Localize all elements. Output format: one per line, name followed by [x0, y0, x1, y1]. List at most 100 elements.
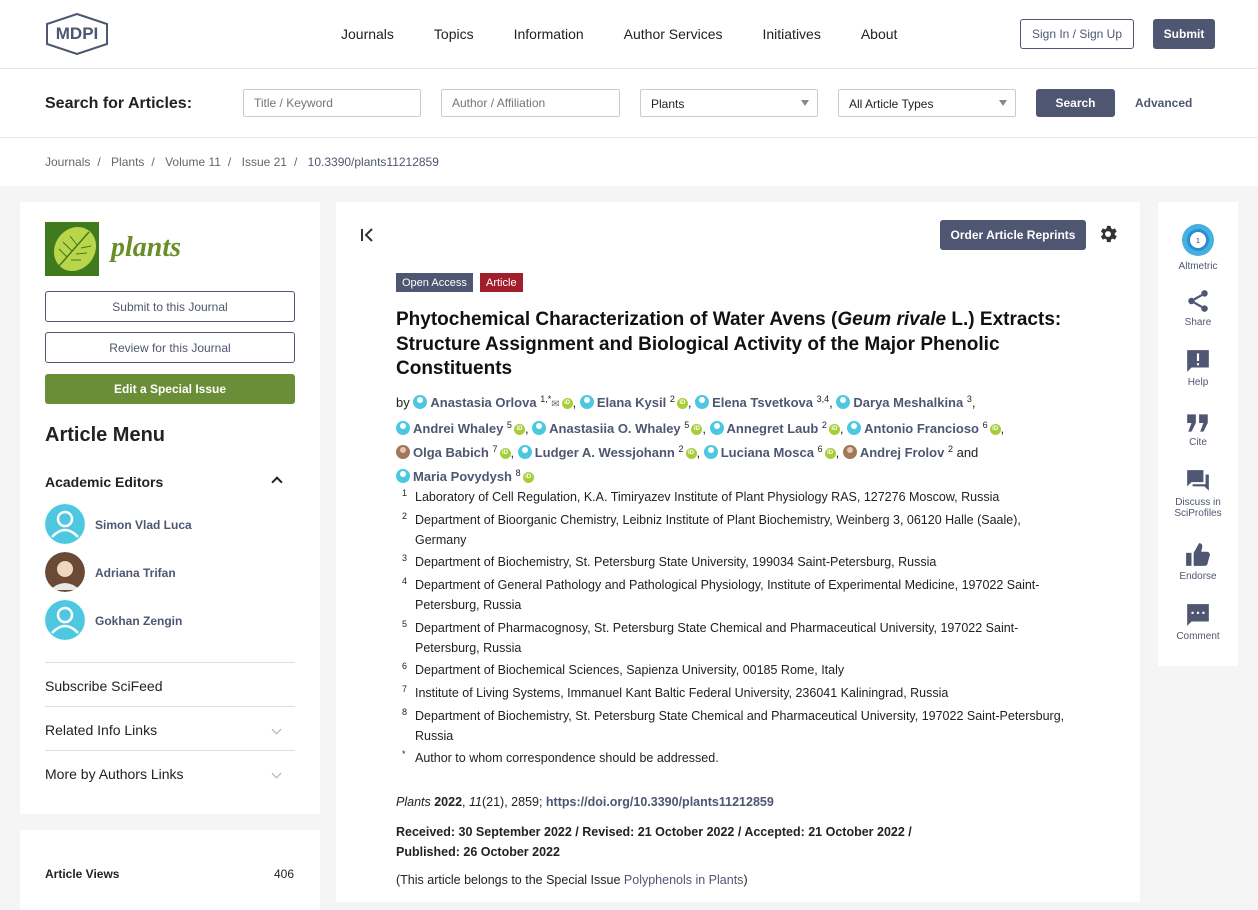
- crumb-plants[interactable]: Plants: [111, 155, 144, 169]
- author-link[interactable]: Darya Meshalkina: [836, 395, 963, 410]
- doi-link[interactable]: https://doi.org/10.3390/plants11212859: [546, 795, 774, 809]
- journal-select[interactable]: Plants: [640, 89, 818, 117]
- right-action-bar: 1 Altmetric Share Help Cite Discuss in S…: [1158, 202, 1238, 666]
- avatar-placeholder-icon: [45, 504, 85, 544]
- editor-name[interactable]: Gokhan Zengin: [95, 614, 182, 628]
- crumb-journals[interactable]: Journals: [45, 155, 90, 169]
- comment-button[interactable]: Comment: [1158, 602, 1238, 642]
- author-link[interactable]: Antonio Francioso: [847, 421, 979, 436]
- author-link[interactable]: Elana Kysil: [579, 395, 666, 410]
- share-button[interactable]: Share: [1158, 288, 1238, 328]
- share-icon: [1188, 290, 1208, 312]
- author-icon: [413, 395, 428, 409]
- discuss-button[interactable]: Discuss in SciProfiles: [1158, 468, 1238, 519]
- order-reprints-button[interactable]: Order Article Reprints: [940, 220, 1086, 250]
- advanced-search-link[interactable]: Advanced: [1135, 96, 1192, 110]
- thumbs-up-icon: [1186, 543, 1210, 566]
- collapse-sidebar-icon[interactable]: [360, 228, 376, 242]
- search-button[interactable]: Search: [1036, 89, 1115, 117]
- article-metrics-box: Article Views 406: [20, 830, 320, 910]
- svg-text:1: 1: [1196, 238, 1200, 245]
- affiliation-item: 6 Department of Biochemical Sciences, Sap…: [402, 661, 845, 677]
- article-views-value: 406: [274, 867, 295, 881]
- title-keyword-input[interactable]: [243, 89, 421, 117]
- cite-button[interactable]: Cite: [1158, 412, 1238, 448]
- citation-line: Plants 2022, 11(21), 2859; https://doi.o…: [396, 795, 774, 809]
- orcid-icon[interactable]: iD: [499, 448, 511, 459]
- nav-initiatives[interactable]: Initiatives: [762, 26, 820, 42]
- nav-author-services[interactable]: Author Services: [624, 26, 723, 42]
- academic-editors-heading[interactable]: Academic Editors: [45, 474, 163, 490]
- chevron-up-icon[interactable]: [271, 476, 283, 488]
- search-label: Search for Articles:: [45, 95, 193, 112]
- affiliation-item: * Author to whom correspondence should be…: [402, 749, 719, 765]
- editor-name[interactable]: Simon Vlad Luca: [95, 518, 192, 532]
- nav-information[interactable]: Information: [514, 26, 584, 42]
- chevron-down-icon[interactable]: [271, 768, 282, 779]
- editor-item[interactable]: Simon Vlad Luca: [45, 504, 295, 546]
- orcid-icon[interactable]: iD: [676, 398, 688, 409]
- submit-to-journal-button[interactable]: Submit to this Journal: [45, 291, 295, 322]
- orcid-icon[interactable]: iD: [824, 448, 836, 459]
- email-icon[interactable]: ✉: [551, 399, 559, 410]
- nav-topics[interactable]: Topics: [434, 26, 474, 42]
- help-button[interactable]: Help: [1158, 348, 1238, 388]
- sign-in-button[interactable]: Sign In / Sign Up: [1020, 19, 1134, 49]
- author-affiliation-input[interactable]: [441, 89, 620, 117]
- breadcrumb-bar: Journals / Plants / Volume 11/ Issue 21/ 1…: [0, 138, 1258, 186]
- related-info-links[interactable]: Related Info Links: [45, 722, 157, 738]
- author-link[interactable]: Annegret Laub: [709, 421, 818, 436]
- author-link[interactable]: Anastasiia O. Whaley: [532, 421, 681, 436]
- author-link[interactable]: Andrej Frolov: [842, 445, 944, 460]
- avatar-placeholder-icon: [45, 600, 85, 640]
- mdpi-logo[interactable]: MDPI: [45, 13, 109, 55]
- nav-about[interactable]: About: [861, 26, 898, 42]
- orcid-icon[interactable]: iD: [685, 448, 697, 459]
- article-views-label: Article Views: [45, 867, 120, 881]
- endorse-button[interactable]: Endorse: [1158, 542, 1238, 582]
- article-menu-title: Article Menu: [45, 424, 166, 446]
- author-link[interactable]: Elena Tsvetkova: [695, 395, 813, 410]
- author-link[interactable]: Andrei Whaley: [396, 421, 503, 436]
- orcid-icon[interactable]: iD: [522, 472, 534, 483]
- crumb-volume[interactable]: Volume 11: [165, 155, 221, 169]
- altmetric-button[interactable]: 1 Altmetric: [1158, 222, 1238, 272]
- author-link[interactable]: Ludger A. Wessjohann: [517, 445, 675, 460]
- chevron-down-icon[interactable]: [271, 724, 282, 735]
- editor-name[interactable]: Adriana Trifan: [95, 566, 176, 580]
- affiliation-item: 3 Department of Biochemistry, St. Petersb…: [402, 553, 937, 569]
- top-navbar: MDPI Journals Topics Information Author …: [0, 0, 1258, 69]
- gear-icon[interactable]: [1097, 223, 1119, 245]
- article-type-select[interactable]: All Article Types: [838, 89, 1016, 117]
- discuss-icon: [1187, 470, 1209, 491]
- author-link[interactable]: Olga Babich: [396, 445, 489, 460]
- nav-journals[interactable]: Journals: [341, 26, 394, 42]
- plants-leaf-logo[interactable]: [45, 222, 99, 276]
- orcid-icon[interactable]: iD: [561, 398, 573, 409]
- orcid-icon[interactable]: iD: [691, 424, 703, 435]
- divider: [45, 662, 295, 663]
- article-type-value: All Article Types: [849, 97, 934, 111]
- crumb-doi[interactable]: 10.3390/plants11212859: [308, 155, 439, 169]
- editor-item[interactable]: Gokhan Zengin: [45, 600, 295, 642]
- orcid-icon[interactable]: iD: [513, 424, 525, 435]
- subscribe-scifeed-link[interactable]: Subscribe SciFeed: [45, 678, 163, 694]
- avatar-photo: [45, 552, 85, 592]
- journal-name[interactable]: plants: [111, 232, 181, 264]
- chevron-down-icon: [999, 100, 1007, 106]
- editor-item[interactable]: Adriana Trifan: [45, 552, 295, 594]
- article-main: Order Article Reprints Open Access Artic…: [336, 202, 1140, 902]
- author-link[interactable]: Maria Povydysh: [396, 469, 512, 484]
- author-link[interactable]: Anastasia Orlova: [413, 395, 537, 410]
- edit-special-issue-button[interactable]: Edit a Special Issue: [45, 374, 295, 404]
- review-for-journal-button[interactable]: Review for this Journal: [45, 332, 295, 363]
- author-list: by Anastasia Orlova 1,*✉ iD, Elana Kysil …: [396, 394, 1005, 484]
- help-icon: [1187, 350, 1209, 372]
- more-by-authors-links[interactable]: More by Authors Links: [45, 766, 184, 782]
- orcid-icon[interactable]: iD: [828, 424, 840, 435]
- submit-button[interactable]: Submit: [1153, 19, 1215, 49]
- author-link[interactable]: Luciana Mosca: [703, 445, 814, 460]
- open-access-badge: Open Access: [396, 273, 473, 292]
- orcid-icon[interactable]: iD: [989, 424, 1001, 435]
- crumb-issue[interactable]: Issue 21: [242, 155, 287, 169]
